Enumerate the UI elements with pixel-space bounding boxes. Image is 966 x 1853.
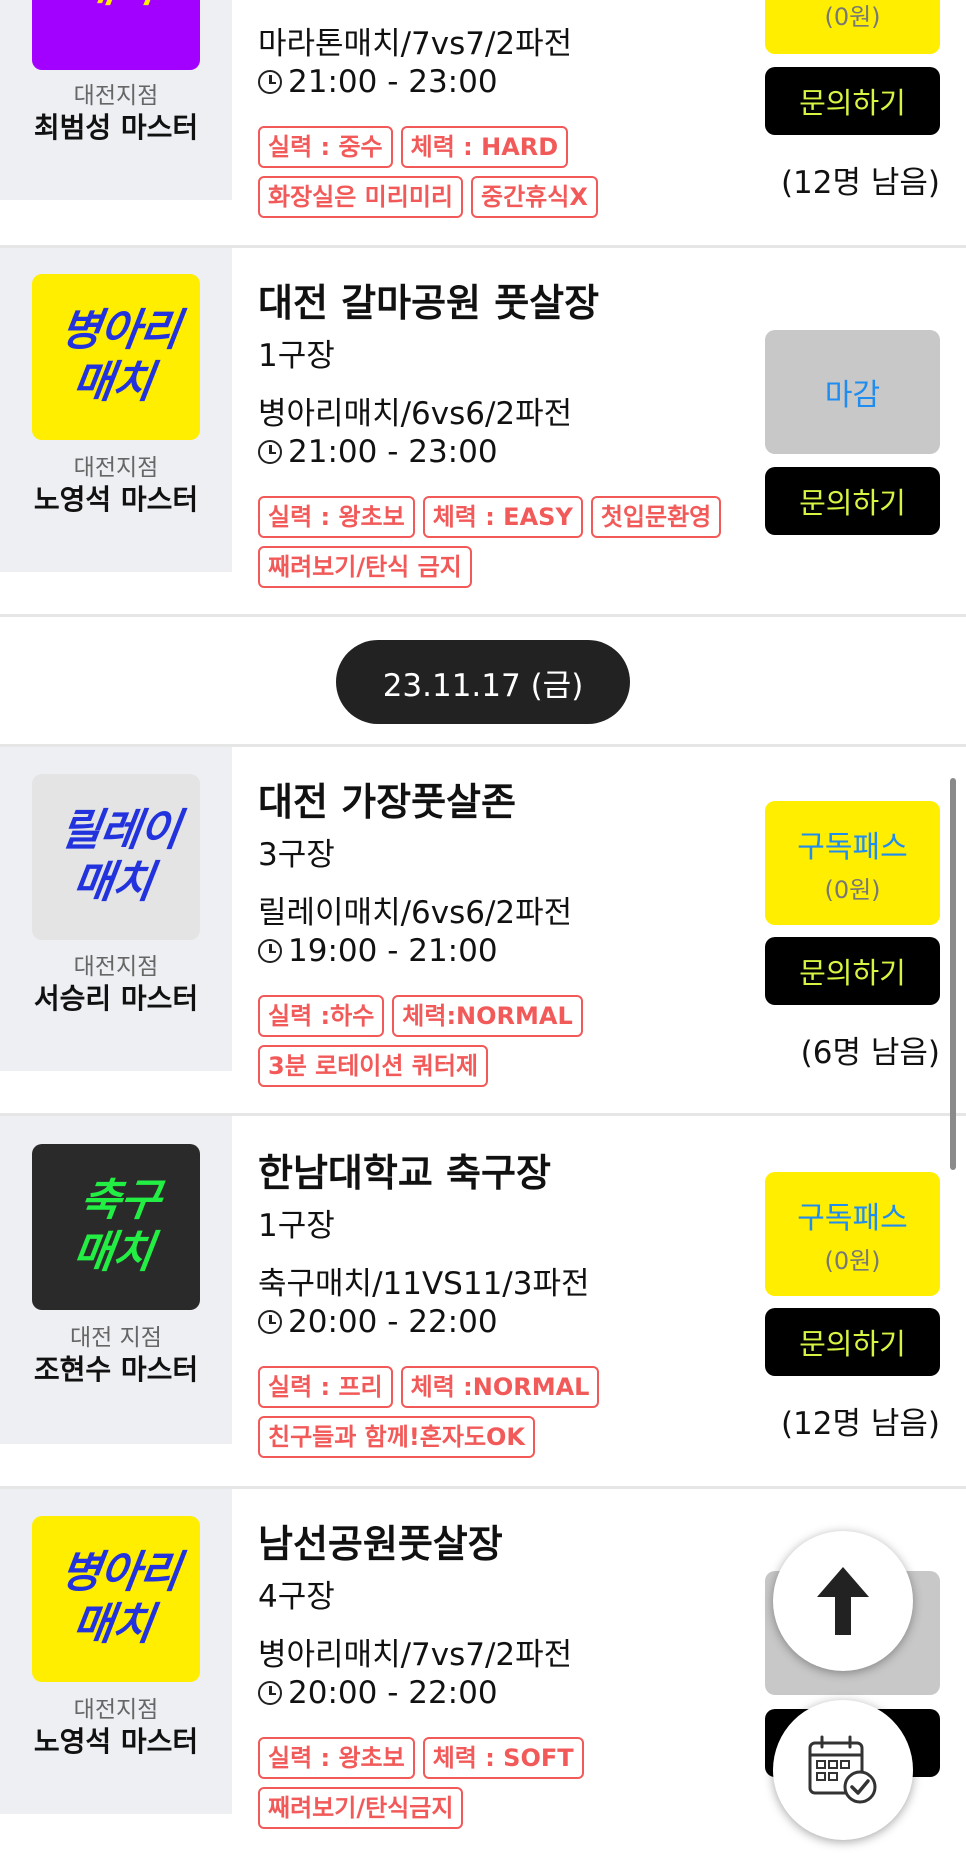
clock-icon [258,1681,282,1705]
tag-list: 실력 : 왕초보 체력 : SOFT 째려보기/탄식금지 [258,1737,728,1829]
master-name: 서승리 마스터 [33,982,199,1015]
calendar-button[interactable] [773,1700,913,1840]
branch-label: 대전 지점 [70,1325,162,1351]
branch-label: 대전지점 [73,83,159,109]
price-text: (0원) [824,3,881,31]
match-logo: 릴레이 매치 [32,774,200,940]
master-name: 노영석 마스터 [33,1725,199,1758]
time-text: 20:00 - 22:00 [288,1304,498,1340]
match-info: 병아리매치/6vs6/2파전 [258,396,573,432]
inquiry-button[interactable]: 문의하기 [765,467,940,535]
tag: 체력:NORMAL [392,995,583,1037]
time-text: 20:00 - 22:00 [288,1675,498,1711]
tag-list: 실력 : 왕초보 체력 : EASY 첫입문환영 째려보기/탄식 금지 [258,496,728,588]
tag: 실력 : 중수 [258,126,393,168]
remaining-count: (12명 남음) [780,165,940,201]
match-info: 릴레이매치/6vs6/2파전 [258,895,573,931]
remaining-count: (12명 남음) [780,1406,940,1442]
inquiry-button[interactable]: 문의하기 [765,1308,940,1376]
venue-name: 한남대학교 축구장 [258,1151,551,1195]
master-name: 조현수 마스터 [33,1353,199,1386]
match-time: 21:00 - 23:00 [258,64,498,100]
price-text: (0원) [824,875,881,904]
logo-text: 축구 매치 [69,1175,163,1278]
tag: 중간휴식X [471,176,598,218]
master-name: 노영석 마스터 [33,483,199,516]
tag: 화장실은 미리미리 [258,176,463,218]
subscription-pass-button[interactable]: (0원) [765,0,940,54]
arrow-up-icon [817,1567,869,1635]
tag: 체력 :NORMAL [400,1366,600,1408]
master-name: 최범성 마스터 [33,111,199,144]
clock-icon [258,70,282,94]
match-info: 병아리매치/7vs7/2파전 [258,1637,573,1673]
court-name: 1구장 [258,338,335,374]
calendar-check-icon [808,1735,877,1804]
scrollbar[interactable] [950,778,956,1170]
tag: 실력 : 왕초보 [258,1737,415,1779]
logo-text: 릴레이 매치 [56,805,183,908]
match-card[interactable]: 축구 매치 대전 지점 조현수 마스터 한남대학교 축구장 1구장 축구매치/1… [0,1116,966,1486]
court-name: 1구장 [258,1208,335,1244]
clock-icon [258,1310,282,1334]
tag: 실력 : 왕초보 [258,496,415,538]
time-text: 21:00 - 23:00 [288,64,498,100]
match-card[interactable]: 릴레이 매치 대전지점 서승리 마스터 대전 가장풋살존 3구장 릴레이매치/6… [0,747,966,1113]
tag: 첫입문환영 [590,496,722,538]
clock-icon [258,440,282,464]
match-time: 20:00 - 22:00 [258,1304,498,1340]
tag-list: 실력 : 중수 체력 : HARD 화장실은 미리미리 중간휴식X [258,126,728,218]
tag: 체력 : EASY [422,496,583,538]
tag: 체력 : HARD [400,126,569,168]
branch-label: 대전지점 [73,455,159,481]
tag-list: 실력 :하수 체력:NORMAL 3분 로테이션 쿼터제 [258,995,728,1087]
time-text: 21:00 - 23:00 [288,434,498,470]
match-time: 19:00 - 21:00 [258,933,498,969]
tag: 체력 : SOFT [422,1737,584,1779]
tag: 째려보기/탄식 금지 [258,546,472,588]
inquiry-button[interactable]: 문의하기 [765,67,940,135]
match-info: 축구매치/11VS11/3파전 [258,1266,590,1302]
date-divider: 23.11.17 (금) [336,640,630,724]
match-logo: 병아리 매치 [32,274,200,440]
court-name: 4구장 [258,1579,335,1615]
time-text: 19:00 - 21:00 [288,933,498,969]
tag: 친구들과 함께!혼자도OK [258,1416,536,1458]
match-card[interactable]: 병아리 매치 대전지점 노영석 마스터 대전 갈마공원 풋살장 1구장 병아리매… [0,248,966,614]
divider [0,614,966,617]
venue-name: 남선공원풋살장 [258,1522,503,1566]
pass-label: 구독패스 [797,1200,908,1236]
price-text: (0원) [824,1246,881,1275]
match-time: 20:00 - 22:00 [258,1675,498,1711]
pass-label: 구독패스 [797,829,908,865]
match-logo: 매치 [32,0,200,70]
scroll-top-button[interactable] [773,1531,913,1671]
clock-icon [258,939,282,963]
tag-list: 실력 : 프리 체력 :NORMAL 친구들과 함께!혼자도OK [258,1366,728,1458]
closed-button[interactable]: 마감 [765,330,940,454]
tag: 3분 로테이션 쿼터제 [258,1045,489,1087]
court-name: 3구장 [258,837,335,873]
branch-label: 대전지점 [73,1697,159,1723]
venue-name: 대전 가장풋살존 [258,780,516,824]
subscription-pass-button[interactable]: 구독패스 (0원) [765,1172,940,1296]
match-logo: 축구 매치 [32,1144,200,1310]
match-time: 21:00 - 23:00 [258,434,498,470]
branch-label: 대전지점 [73,954,159,980]
logo-text: 병아리 매치 [56,305,183,408]
venue-name: 대전 갈마공원 풋살장 [258,281,600,325]
match-info: 마라톤매치/7vs7/2파전 [258,26,573,62]
tag: 실력 : 프리 [258,1366,393,1408]
match-card[interactable]: 매치 대전지점 최범성 마스터 마라톤매치/7vs7/2파전 21:00 - 2… [0,0,966,245]
remaining-count: (6명 남음) [800,1035,940,1071]
tag: 째려보기/탄식금지 [258,1787,464,1829]
logo-text: 병아리 매치 [56,1547,183,1650]
inquiry-button[interactable]: 문의하기 [765,937,940,1005]
tag: 실력 :하수 [258,995,385,1037]
subscription-pass-button[interactable]: 구독패스 (0원) [765,801,940,925]
match-logo: 병아리 매치 [32,1516,200,1682]
